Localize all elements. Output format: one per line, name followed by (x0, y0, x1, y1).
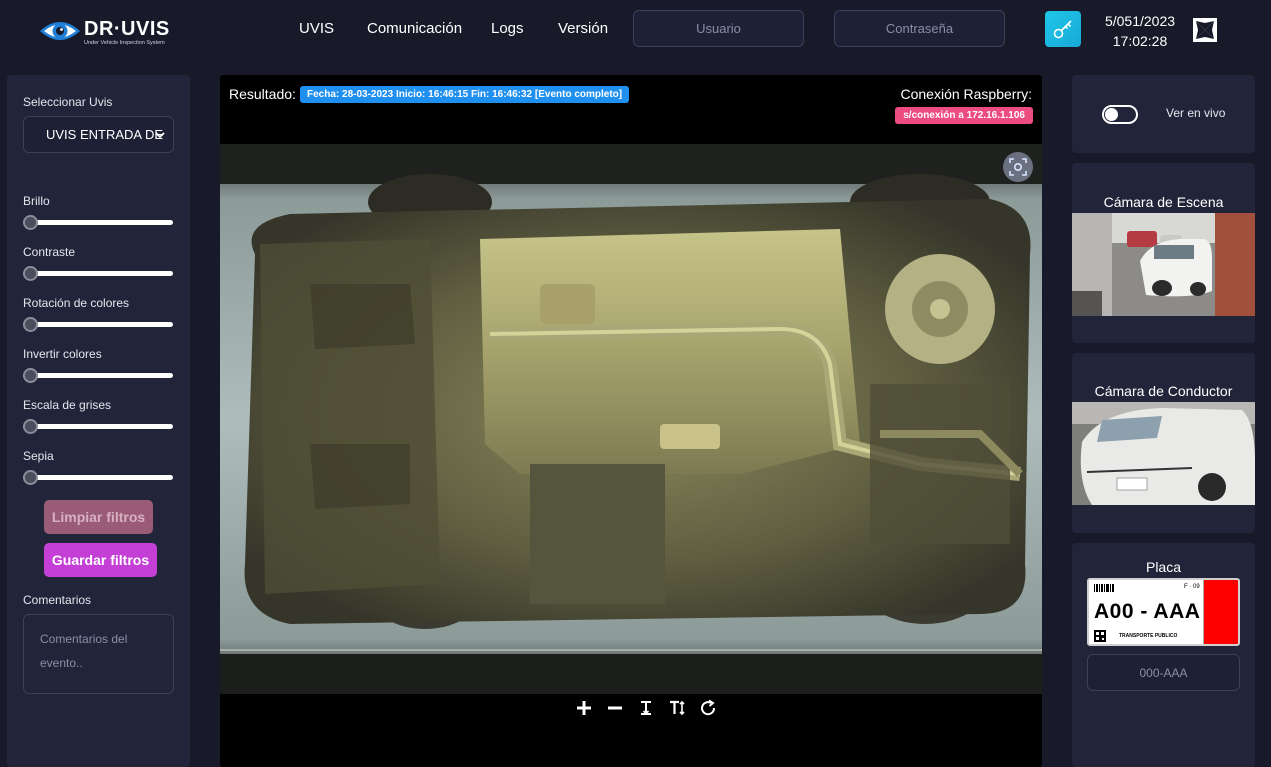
logo-subtitle: Under Vehicle Inspection System (84, 40, 165, 46)
scene-camera-title: Cámara de Escena (1103, 194, 1224, 210)
toggle-knob (1105, 108, 1118, 121)
plate-input[interactable] (1087, 654, 1240, 691)
slider-thumb[interactable] (23, 266, 38, 281)
clear-filters-button[interactable]: Limpiar filtros (44, 500, 153, 534)
plate-number: A00 - AAA (1094, 600, 1201, 623)
plate-red-stripe (1203, 580, 1238, 644)
datetime: 5/051/2023 17:02:28 (1098, 11, 1182, 51)
undercarriage-image (220, 144, 1042, 694)
driver-camera-title: Cámara de Conductor (1094, 383, 1233, 399)
scene-camera-image[interactable] (1072, 213, 1255, 316)
time-text: 17:02:28 (1112, 33, 1168, 49)
slider-thumb[interactable] (23, 317, 38, 332)
fit-height-icon[interactable] (637, 699, 655, 717)
result-label: Resultado: (229, 86, 296, 102)
capture-button[interactable] (1003, 152, 1033, 182)
uvis-select-value: UVIS ENTRADA DE (46, 127, 164, 142)
login-button[interactable] (1045, 11, 1081, 47)
nav-logs[interactable]: Logs (491, 20, 524, 37)
zoom-out-icon[interactable] (606, 699, 624, 717)
sepia-slider[interactable] (23, 470, 173, 486)
save-filters-button[interactable]: Guardar filtros (44, 543, 157, 577)
comments-textarea[interactable] (23, 614, 174, 694)
live-view-label: Ver en vivo (1166, 106, 1226, 120)
slider-thumb[interactable] (23, 368, 38, 383)
filters-panel: Seleccionar Uvis UVIS ENTRADA DE Brillo … (7, 75, 190, 767)
zoom-in-icon[interactable] (575, 699, 593, 717)
select-uvis-label: Seleccionar Uvis (23, 95, 113, 109)
qr-code-icon (1094, 630, 1106, 642)
slider-thumb[interactable] (23, 215, 38, 230)
plate-title: Placa (1145, 559, 1182, 575)
key-icon (1053, 20, 1072, 39)
chevron-down-icon (155, 132, 165, 139)
brightness-slider[interactable] (23, 215, 173, 231)
slider-label-invert: Invertir colores (23, 347, 102, 361)
password-input[interactable] (834, 10, 1005, 47)
barcode-icon (1094, 584, 1114, 592)
slider-label-sepia: Sepia (23, 449, 54, 463)
plate-top-text: F · 09 (1184, 584, 1200, 590)
live-view-panel: Ver en vivo (1072, 75, 1255, 153)
nav-version[interactable]: Versión (558, 20, 608, 37)
contrast-slider[interactable] (23, 266, 173, 282)
hue-rotate-slider[interactable] (23, 317, 173, 333)
date-text: 5/051/2023 (1104, 13, 1176, 29)
slider-track (23, 322, 173, 327)
event-status-badge: Fecha: 28-03-2023 Inicio: 16:46:15 Fin: … (300, 86, 630, 103)
comments-label: Comentarios (23, 593, 92, 607)
scene-camera-panel: Cámara de Escena (1072, 163, 1255, 343)
slider-track (23, 475, 173, 480)
text-size-icon[interactable] (668, 699, 686, 717)
nav-comunicacion[interactable]: Comunicación (367, 20, 462, 37)
slider-track (23, 220, 173, 225)
maltese-cross-icon (1193, 18, 1217, 42)
plate-panel: Placa F · 09 A00 - AAA TRANSPORTE PUBLIC… (1072, 543, 1255, 767)
driver-camera-panel: Cámara de Conductor (1072, 353, 1255, 533)
top-bar: DR·UVIS Under Vehicle Inspection System … (0, 0, 1271, 58)
username-input[interactable] (633, 10, 804, 47)
logo: DR·UVIS Under Vehicle Inspection System (38, 14, 178, 50)
live-view-toggle[interactable] (1102, 105, 1138, 124)
invert-slider[interactable] (23, 368, 173, 384)
inspection-viewer: Resultado: Fecha: 28-03-2023 Inicio: 16:… (220, 75, 1042, 767)
rotate-icon[interactable] (699, 699, 717, 717)
slider-label-grayscale: Escala de grises (23, 398, 112, 412)
logo-title: DR·UVIS (84, 18, 170, 40)
eye-logo-icon (40, 22, 80, 40)
slider-label-hue-rotate: Rotación de colores (23, 296, 130, 310)
slider-thumb[interactable] (23, 470, 38, 485)
uvis-select[interactable]: UVIS ENTRADA DE (23, 116, 174, 153)
slider-thumb[interactable] (23, 419, 38, 434)
connection-label: Conexión Raspberry: (900, 86, 1032, 102)
license-plate-image: F · 09 A00 - AAA TRANSPORTE PUBLICO (1087, 578, 1240, 646)
connection-status-badge: s/conexión a 172.16.1.106 (895, 107, 1033, 124)
slider-track (23, 424, 173, 429)
nav-uvis[interactable]: UVIS (299, 20, 334, 37)
slider-label-brightness: Brillo (23, 194, 50, 208)
image-toolbar (575, 699, 717, 719)
focus-icon (1009, 158, 1027, 176)
driver-camera-image[interactable] (1072, 402, 1255, 505)
slider-label-contrast: Contraste (23, 245, 76, 259)
grayscale-slider[interactable] (23, 419, 173, 435)
plate-bottom-text: TRANSPORTE PUBLICO (1119, 633, 1178, 639)
slider-track (23, 271, 173, 276)
slider-track (23, 373, 173, 378)
